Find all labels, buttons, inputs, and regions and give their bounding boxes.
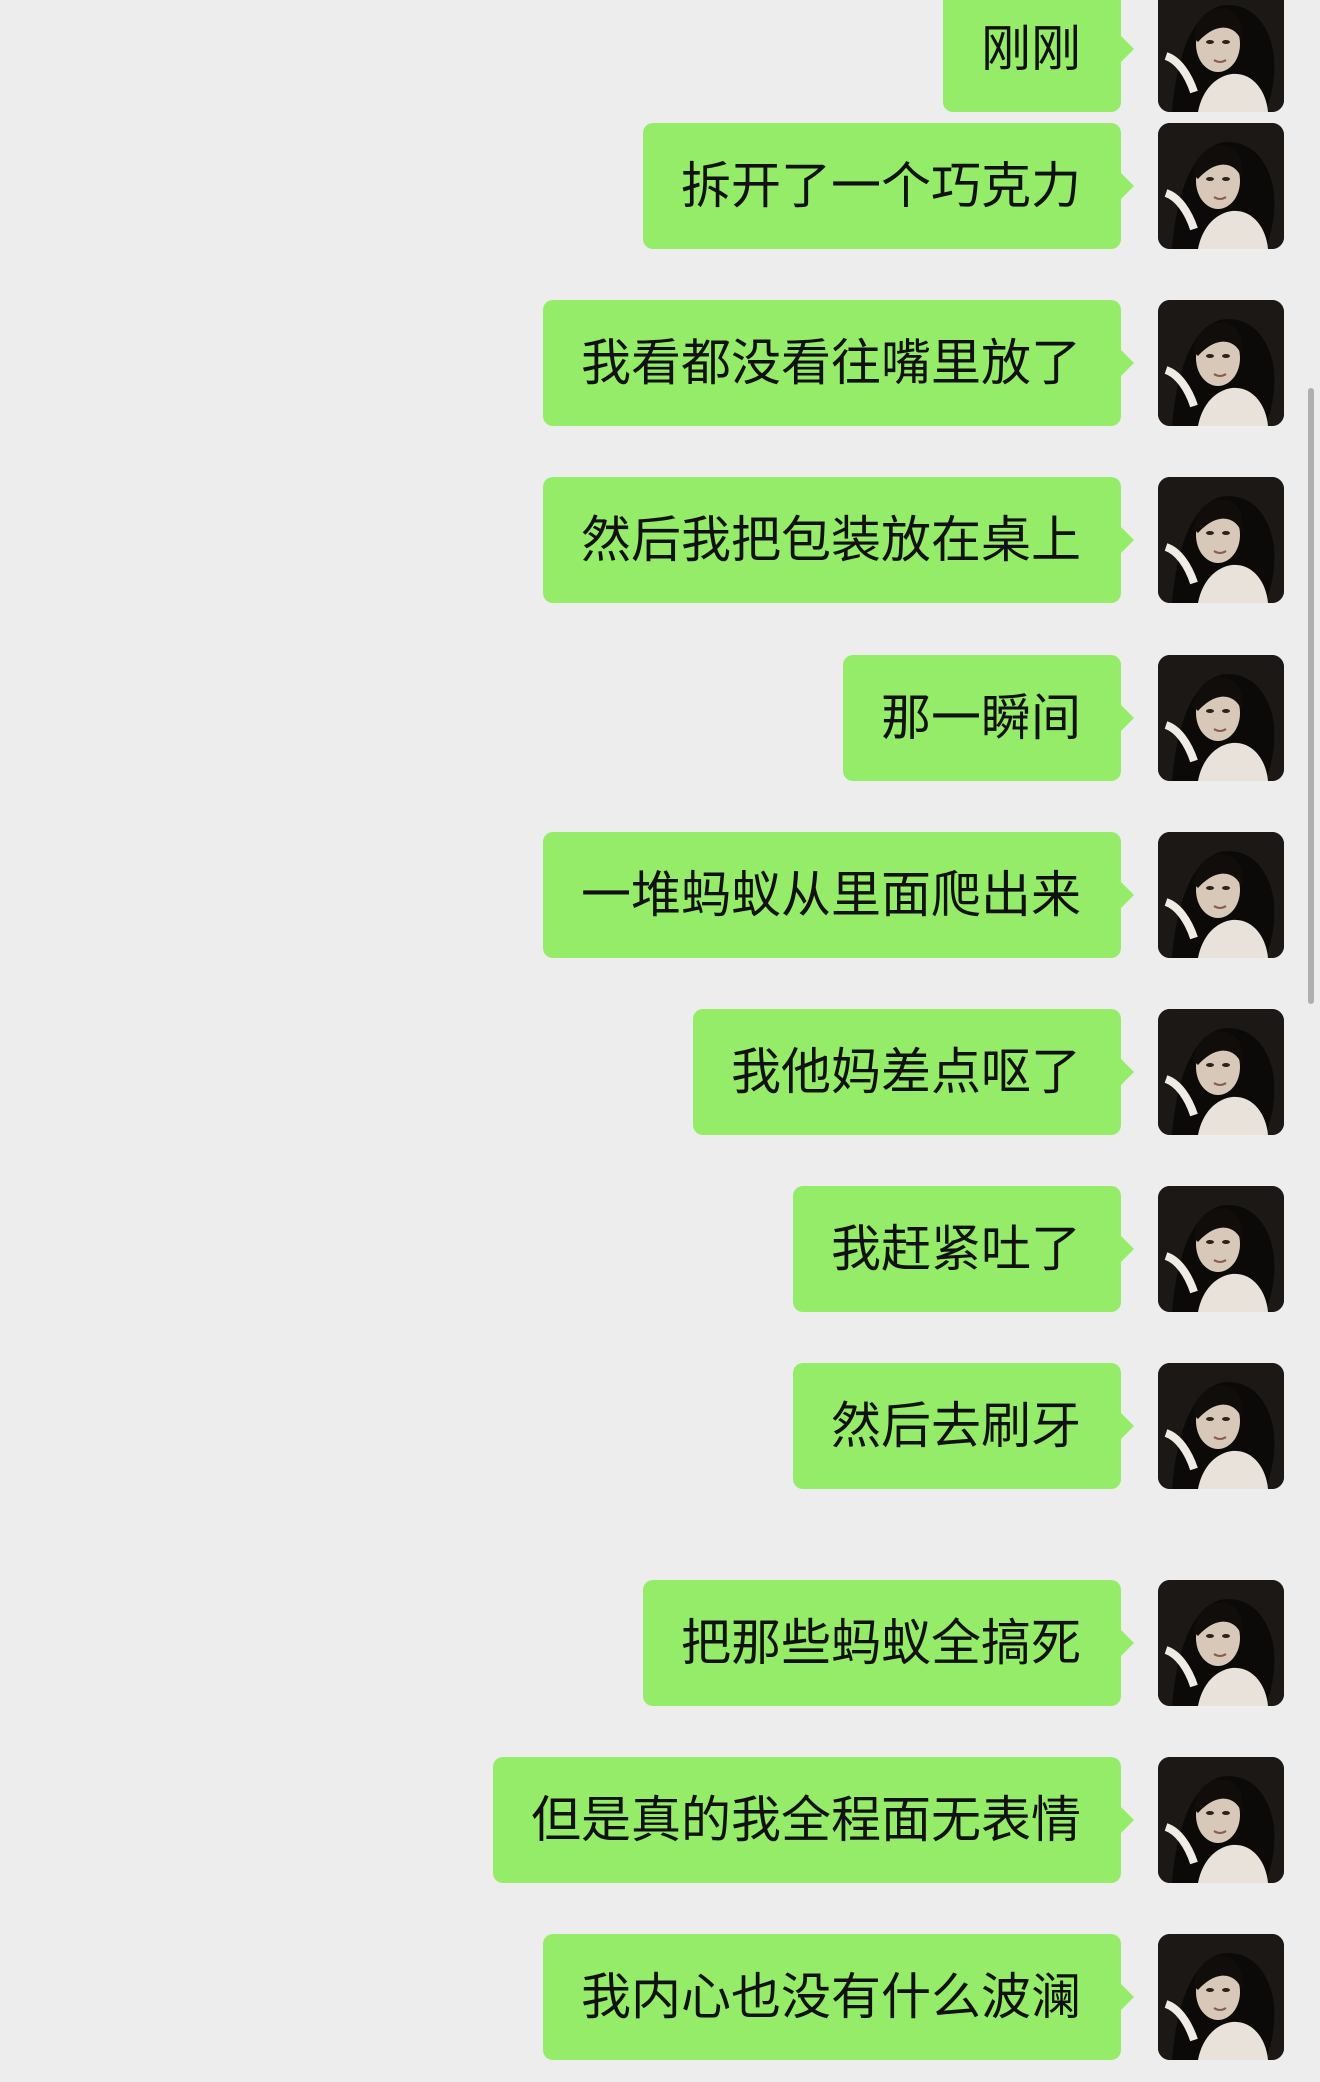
user-avatar-icon[interactable] xyxy=(1158,300,1284,426)
message-text: 我赶紧吐了 xyxy=(831,1220,1081,1278)
message-bubble[interactable]: 拆开了一个巧克力 xyxy=(643,123,1134,249)
user-avatar-icon[interactable] xyxy=(1158,832,1284,958)
message-bubble[interactable]: 一堆蚂蚁从里面爬出来 xyxy=(543,832,1134,958)
scrollbar[interactable] xyxy=(1308,388,1314,1004)
message-row: 拆开了一个巧克力 xyxy=(643,123,1284,249)
message-text: 把那些蚂蚁全搞死 xyxy=(681,1614,1081,1672)
user-avatar-icon[interactable] xyxy=(1158,1934,1284,2060)
user-avatar-icon[interactable] xyxy=(1158,123,1284,249)
message-text: 我他妈差点呕了 xyxy=(731,1043,1081,1101)
message-bubble[interactable]: 我看都没看往嘴里放了 xyxy=(543,300,1134,426)
user-avatar-icon[interactable] xyxy=(1158,1009,1284,1135)
message-row: 我赶紧吐了 xyxy=(793,1186,1284,1312)
message-text: 我内心也没有什么波澜 xyxy=(581,1968,1081,2026)
user-avatar-icon[interactable] xyxy=(1158,655,1284,781)
message-text: 然后我把包装放在桌上 xyxy=(581,511,1081,569)
message-row: 然后去刷牙 xyxy=(793,1363,1284,1489)
message-text: 那一瞬间 xyxy=(881,689,1081,747)
message-row: 刚刚 xyxy=(943,0,1284,112)
message-text: 然后去刷牙 xyxy=(831,1397,1081,1455)
message-text: 拆开了一个巧克力 xyxy=(681,157,1081,215)
user-avatar-icon[interactable] xyxy=(1158,1757,1284,1883)
message-bubble[interactable]: 我他妈差点呕了 xyxy=(693,1009,1134,1135)
message-bubble[interactable]: 把那些蚂蚁全搞死 xyxy=(643,1580,1134,1706)
message-bubble[interactable]: 然后去刷牙 xyxy=(793,1363,1134,1489)
message-text: 刚刚 xyxy=(981,20,1081,78)
message-text: 一堆蚂蚁从里面爬出来 xyxy=(581,866,1081,924)
user-avatar-icon[interactable] xyxy=(1158,1186,1284,1312)
message-bubble[interactable]: 但是真的我全程面无表情 xyxy=(493,1757,1134,1883)
message-row: 那一瞬间 xyxy=(843,655,1284,781)
chat-message-list[interactable]: 刚刚 拆开了一个巧克力 我看都没看往嘴里放了 然后我把包装放在桌上 那一瞬间 一… xyxy=(0,0,1320,2082)
message-row: 然后我把包装放在桌上 xyxy=(543,477,1284,603)
message-text: 但是真的我全程面无表情 xyxy=(531,1791,1081,1849)
message-row: 我看都没看往嘴里放了 xyxy=(543,300,1284,426)
message-row: 我他妈差点呕了 xyxy=(693,1009,1284,1135)
message-text: 我看都没看往嘴里放了 xyxy=(581,334,1081,392)
message-row: 但是真的我全程面无表情 xyxy=(493,1757,1284,1883)
message-bubble[interactable]: 然后我把包装放在桌上 xyxy=(543,477,1134,603)
message-bubble[interactable]: 我赶紧吐了 xyxy=(793,1186,1134,1312)
message-row: 把那些蚂蚁全搞死 xyxy=(643,1580,1284,1706)
user-avatar-icon[interactable] xyxy=(1158,1363,1284,1489)
message-row: 一堆蚂蚁从里面爬出来 xyxy=(543,832,1284,958)
message-bubble[interactable]: 我内心也没有什么波澜 xyxy=(543,1934,1134,2060)
user-avatar-icon[interactable] xyxy=(1158,1580,1284,1706)
user-avatar-icon[interactable] xyxy=(1158,0,1284,112)
message-bubble[interactable]: 那一瞬间 xyxy=(843,655,1134,781)
message-row: 我内心也没有什么波澜 xyxy=(543,1934,1284,2060)
message-bubble[interactable]: 刚刚 xyxy=(943,0,1134,112)
user-avatar-icon[interactable] xyxy=(1158,477,1284,603)
